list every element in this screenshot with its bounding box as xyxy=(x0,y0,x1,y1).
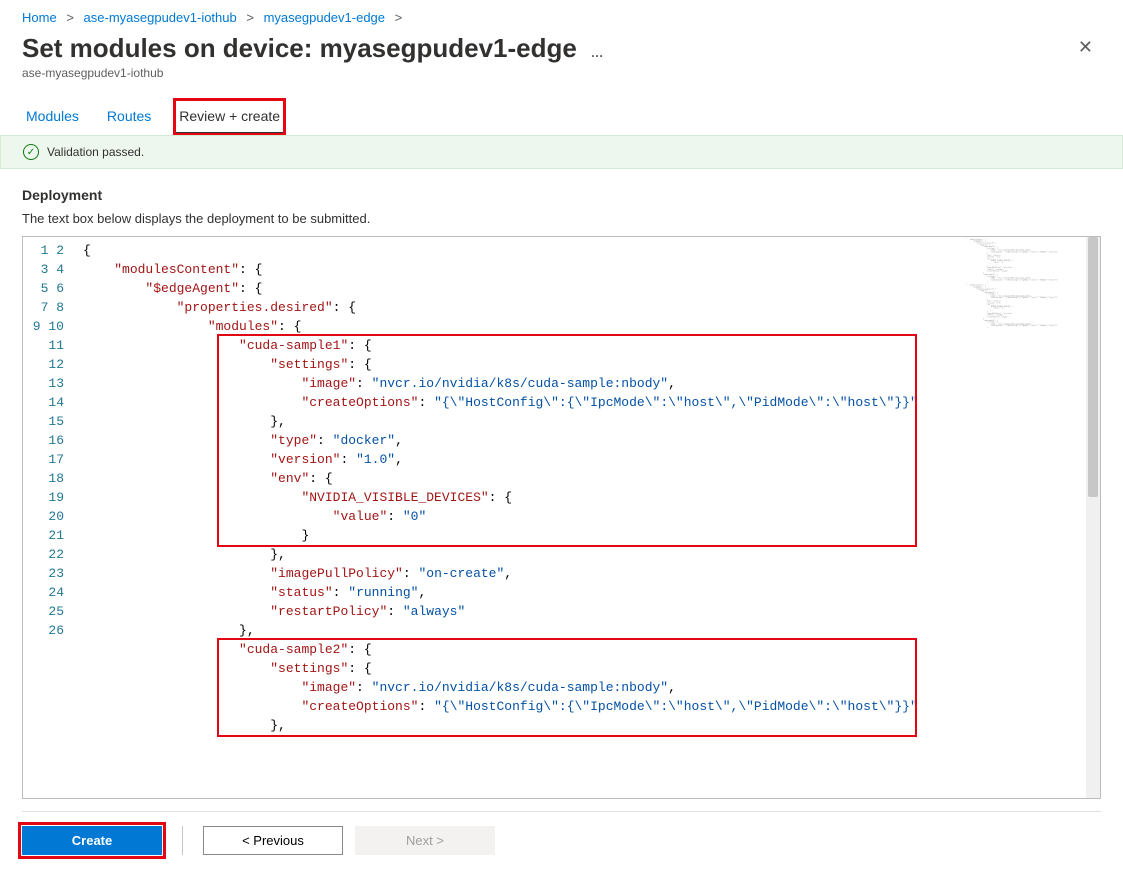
next-button: Next > xyxy=(355,826,495,855)
more-icon[interactable]: … xyxy=(590,45,604,60)
tab-review-create[interactable]: Review + create xyxy=(175,100,284,134)
editor-line-gutter: 1 2 3 4 5 6 7 8 9 10 11 12 13 14 15 16 1… xyxy=(23,237,79,798)
deployment-heading: Deployment xyxy=(22,187,1101,203)
editor-scrollbar[interactable] xyxy=(1086,237,1100,798)
validation-message: Validation passed. xyxy=(47,145,144,159)
editor-code-area[interactable]: { "modulesContent": { "$edgeAgent": { "p… xyxy=(79,237,966,798)
check-circle-icon: ✓ xyxy=(23,144,39,160)
chevron-right-icon: > xyxy=(246,10,254,25)
scrollbar-thumb[interactable] xyxy=(1088,237,1098,497)
previous-button[interactable]: < Previous xyxy=(203,826,343,855)
chevron-right-icon: > xyxy=(66,10,74,25)
editor-minimap[interactable]: { "modulesContent": { "$edgeAgent": { "p… xyxy=(966,237,1086,798)
tab-modules[interactable]: Modules xyxy=(22,100,83,134)
close-icon[interactable]: ✕ xyxy=(1070,33,1101,62)
chevron-right-icon: > xyxy=(395,10,403,25)
breadcrumb: Home > ase-myasegpudev1-iothub > myasegp… xyxy=(22,10,1101,25)
tabs: Modules Routes Review + create xyxy=(22,100,1101,135)
footer-actions: Create < Previous Next > xyxy=(22,811,1101,869)
separator xyxy=(182,826,183,855)
deployment-json-editor[interactable]: 1 2 3 4 5 6 7 8 9 10 11 12 13 14 15 16 1… xyxy=(22,236,1101,799)
validation-banner: ✓ Validation passed. xyxy=(0,135,1123,169)
deployment-description: The text box below displays the deployme… xyxy=(22,211,1101,226)
page-title: Set modules on device: myasegpudev1-edge xyxy=(22,33,577,63)
breadcrumb-item[interactable]: ase-myasegpudev1-iothub xyxy=(84,10,237,25)
create-button[interactable]: Create xyxy=(22,826,162,855)
tab-routes[interactable]: Routes xyxy=(103,100,155,134)
page-subtitle: ase-myasegpudev1-iothub xyxy=(22,66,604,80)
breadcrumb-item[interactable]: Home xyxy=(22,10,57,25)
breadcrumb-item[interactable]: myasegpudev1-edge xyxy=(264,10,385,25)
